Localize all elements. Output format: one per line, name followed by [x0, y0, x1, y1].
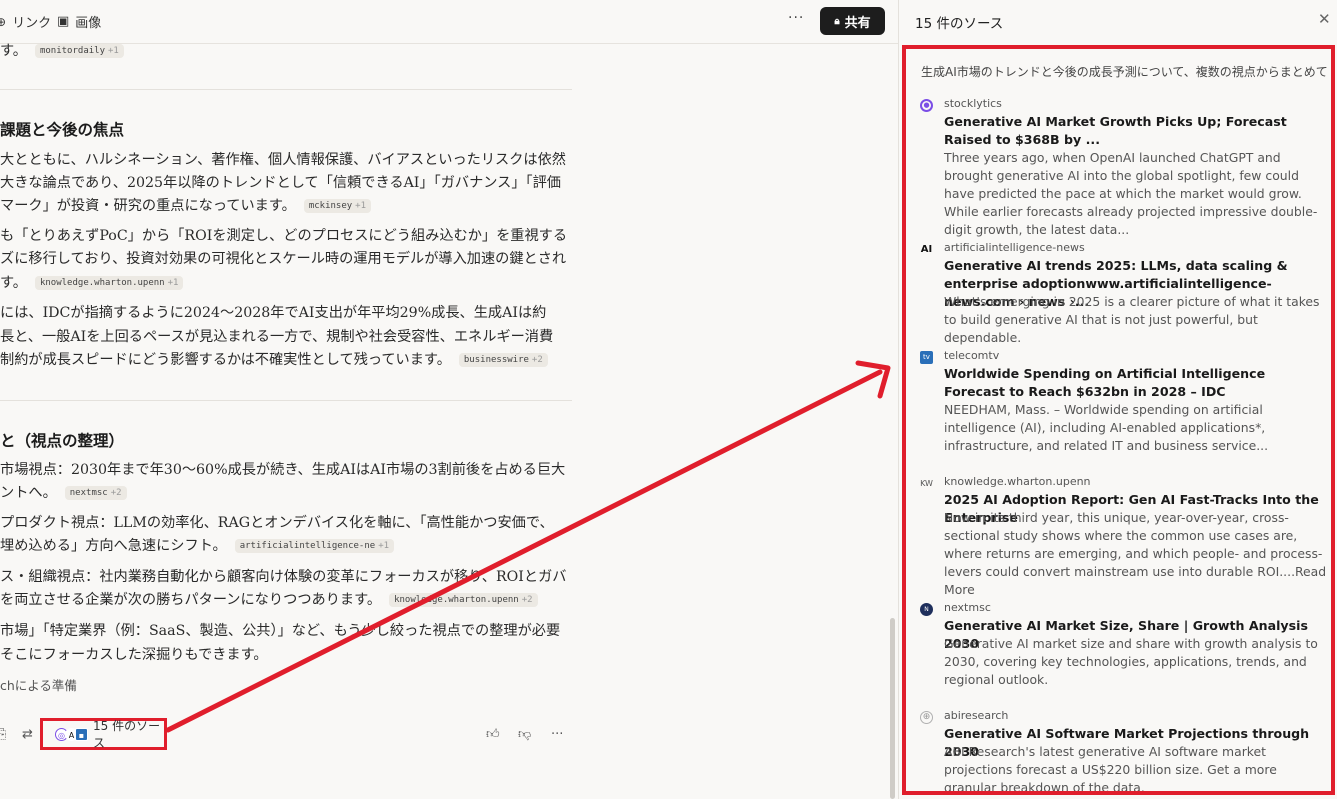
source-description: What's emerging in 2025 is a clearer pic…	[944, 294, 1320, 345]
source-title[interactable]: Worldwide Spending on Artificial Intelli…	[944, 365, 1329, 401]
citation-chip[interactable]: nextmsc +2	[64, 486, 127, 500]
more-actions-icon[interactable]: ···	[551, 727, 563, 742]
text-line: プロダクト視点：LLMの効率化、RAGとオンデバイス化を軸に、「高性能かつ安価で…	[0, 515, 554, 531]
text-line: そこにフォーカスした深掘りもできます。	[0, 647, 268, 663]
sources-list: 生成AI市場のトレンドと今後の成長予測について、複数の視点からまとめて のソース…	[902, 45, 1335, 795]
source-description: ABI Research's latest generative AI soft…	[944, 744, 1277, 795]
text-line: す。 monitordaily +1	[0, 40, 124, 60]
text-line: 市場視点：2030年まで年30〜60%成長が続き、生成AIはAI市場の3割前後を…	[0, 462, 566, 478]
citation-chip[interactable]: knowledge.wharton.upenn +2	[389, 593, 538, 607]
citation-chip[interactable]: mckinsey +1	[303, 199, 372, 213]
divider	[0, 400, 572, 401]
retry-icon[interactable]: ⇄	[22, 727, 33, 742]
chat-toolbar: ⊕ リンク ▣ 画像 ··· 🔒︎ 共有	[0, 0, 898, 44]
image-button[interactable]: ▣ 画像	[57, 12, 101, 31]
link-label: リンク	[12, 16, 52, 31]
source-site: artificialintelligence-news	[944, 241, 1085, 254]
text-line: 制約が成長スピードにどう影響するかは不確実性として残っています。 business…	[0, 349, 548, 369]
text-line: ントへ。 nextmsc +2	[0, 482, 127, 502]
chat-pane: ⊕ リンク ▣ 画像 ··· 🔒︎ 共有 す。 monitordaily +1 課題…	[0, 0, 898, 799]
sources-button[interactable]: ◎ A ▪ 15 件のソース	[40, 718, 167, 750]
globe-icon: ⊕	[920, 711, 933, 724]
sources-panel: 15 件のソース ✕ 生成AI市場のトレンドと今後の成長予測について、複数の視点…	[898, 0, 1337, 799]
source-description: Generative AI market size and share with…	[944, 636, 1318, 687]
text-line: 大きな論点であり、2025年以降のトレンドとして「信頼できるAI」「ガバナンス」…	[0, 175, 561, 191]
panel-title: 15 件のソース	[915, 16, 1004, 32]
source-site: telecomtv	[944, 349, 1000, 362]
close-icon[interactable]: ✕	[1318, 10, 1331, 28]
text-line: す。 knowledge.wharton.upenn +1	[0, 272, 184, 292]
sources-button-label: 15 件のソース	[93, 719, 161, 750]
source-title[interactable]: Generative AI Market Growth Picks Up; Fo…	[944, 113, 1329, 149]
footnote: chによる準備	[0, 678, 77, 693]
text-line: ス・組織視点：社内業務自動化から顧客向け体験の変革にフォーカスが移り、ROIとガ…	[0, 569, 567, 585]
citation-chip[interactable]: businesswire +2	[458, 353, 548, 367]
section-heading: 課題と今後の焦点	[0, 121, 125, 139]
source-site: abiresearch	[944, 709, 1009, 722]
citation-chip[interactable]: knowledge.wharton.upenn +1	[34, 276, 184, 290]
nextmsc-icon: N	[920, 603, 933, 616]
scrollbar[interactable]	[890, 618, 895, 799]
text-line: も「とりあえずPoC」から「ROIを測定し、どのプロセスにどう組み込むか」を重視…	[0, 228, 568, 244]
link-icon: ⊕	[0, 14, 7, 29]
thumbs-up-icon[interactable]: 👍︎	[486, 727, 500, 742]
ai-news-icon: AI	[920, 244, 933, 255]
wharton-icon: KW	[920, 479, 933, 488]
source-site: nextmsc	[944, 601, 991, 614]
telecomtv-icon: ▪	[75, 727, 88, 741]
text-line: マーク」が投資・研究の重点になっています。 mckinsey +1	[0, 195, 372, 215]
share-button[interactable]: 🔒︎ 共有	[820, 7, 885, 35]
text-line: 長と、一般AIを上回るペースが見込まれる一方で、規制や社会受容性、エネルギー消費	[0, 329, 554, 345]
divider	[0, 89, 572, 90]
link-button[interactable]: ⊕ リンク	[0, 12, 52, 32]
text-line: には、IDCが指摘するように2024〜2028年でAI支出が年平均29%成長、生…	[0, 305, 547, 321]
image-label: 画像	[75, 16, 102, 31]
text-line: 埋め込める」方向へ急速にシフト。 artificialintelligence-n…	[0, 535, 395, 555]
stocklytics-icon: ●	[920, 99, 933, 112]
source-description: Now in its third year, this unique, year…	[944, 510, 1327, 597]
telecomtv-icon: tv	[920, 351, 933, 364]
source-description: NEEDHAM, Mass. – Worldwide spending on a…	[944, 402, 1269, 453]
share-label: 共有	[844, 15, 871, 31]
image-icon: ▣	[57, 14, 70, 29]
text-line: 大とともに、ハルシネーション、著作権、個人情報保護、バイアスといったリスクは依然	[0, 152, 566, 168]
source-site: stocklytics	[944, 97, 1002, 110]
source-favicons: ◎ A ▪	[55, 727, 88, 741]
thumbs-down-icon[interactable]: 👎︎	[518, 727, 531, 742]
text-line: を両立させる企業が次の勝ちパターンになりつつあります。 knowledge.wha…	[0, 589, 538, 609]
panel-subtitle: 生成AI市場のトレンドと今後の成長予測について、複数の視点からまとめて のソース	[921, 65, 1335, 79]
section-heading: と（視点の整理）	[0, 432, 125, 450]
lock-icon: 🔒︎	[834, 15, 840, 27]
citation-chip[interactable]: monitordaily +1	[34, 44, 124, 58]
more-options-icon[interactable]: ···	[788, 10, 804, 26]
copy-icon[interactable]: ⎘	[0, 727, 6, 742]
text-line: 市場」「特定業界（例：SaaS、製造、公共）」など、もう少し絞った視点での整理が…	[0, 623, 561, 639]
text-line: ズに移行しており、投資対効果の可視化とスケール時の運用モデルが導入加速の鍵とされ	[0, 251, 567, 267]
citation-chip[interactable]: artificialintelligence-ne +1	[234, 539, 395, 553]
source-site: knowledge.wharton.upenn	[944, 475, 1091, 488]
source-description: Three years ago, when OpenAI launched Ch…	[944, 150, 1318, 237]
